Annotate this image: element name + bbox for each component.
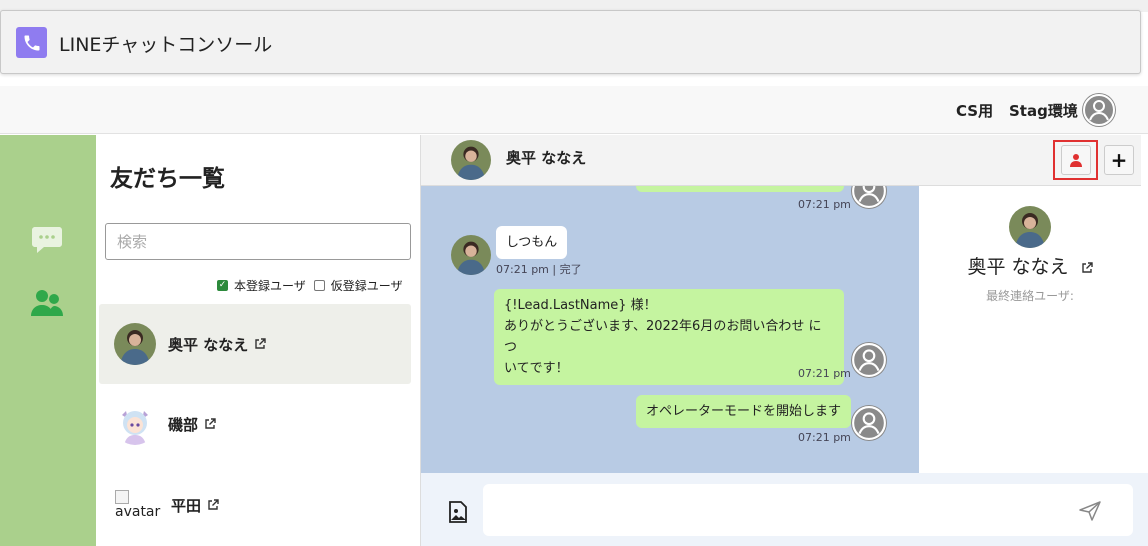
user-avatar[interactable] <box>1082 93 1116 127</box>
message-bubble <box>636 186 844 192</box>
avatar <box>451 140 491 180</box>
profile-toggle-button[interactable] <box>1053 140 1098 180</box>
chat-contact-name: 奥平 ななえ <box>506 149 587 167</box>
friend-item-isobe[interactable]: 磯部 <box>99 384 411 464</box>
friends-panel: 友だち一覧 ✓ 本登録ユーザ 仮登録ユーザ 奥平 ななえ 磯部 avatar 平… <box>96 135 421 546</box>
profile-name: 奥平 ななえ <box>967 256 1069 278</box>
friends-icon[interactable] <box>31 288 63 322</box>
external-link-icon[interactable] <box>1081 257 1093 279</box>
header-bar: CS用 Stag環境 <box>0 86 1148 134</box>
image-upload-icon[interactable] <box>448 501 468 527</box>
phone-icon <box>16 27 47 58</box>
friend-name: 平田 <box>171 496 202 515</box>
message-time: 07:21 pm <box>798 198 851 211</box>
last-contact-label: 最終連絡ユーザ: <box>986 289 1074 303</box>
avatar <box>1009 206 1051 248</box>
customer-avatar <box>451 235 491 275</box>
send-icon[interactable] <box>1079 501 1101 525</box>
registered-user-checkbox[interactable]: ✓ <box>217 280 228 291</box>
person-icon <box>1060 145 1091 175</box>
message-input-bar <box>421 473 1148 546</box>
message-bubble: しつもん <box>496 226 568 259</box>
left-rail <box>0 135 96 546</box>
message-time: 07:21 pm <box>798 367 851 380</box>
external-link-icon[interactable] <box>207 496 219 515</box>
message-time: 07:21 pm <box>798 431 851 444</box>
external-link-icon[interactable] <box>254 335 266 354</box>
registered-user-label: 本登録ユーザ <box>234 279 306 293</box>
avatar: avatar <box>115 490 163 520</box>
environment-label: Stag環境 <box>1009 102 1078 120</box>
broken-image-icon <box>115 490 129 504</box>
friend-item-hirata[interactable]: avatar 平田 <box>99 465 411 545</box>
message-input[interactable] <box>483 484 1133 536</box>
provisional-user-checkbox[interactable] <box>313 280 325 291</box>
friend-name: 奥平 ななえ <box>168 335 249 354</box>
message-line: {!Lead.LastName} 様！ <box>504 298 657 313</box>
external-link-icon[interactable] <box>204 415 216 434</box>
avatar <box>114 403 156 445</box>
operator-avatar <box>851 186 887 209</box>
profile-name-row: 奥平 ななえ <box>919 252 1141 279</box>
friends-title: 友だち一覧 <box>110 166 225 192</box>
search-input[interactable] <box>105 223 411 260</box>
app-bar: LINEチャットコンソール <box>0 10 1141 74</box>
avatar <box>114 323 156 365</box>
add-icon[interactable]: + <box>1104 145 1134 175</box>
chat-messages: 07:21 pm しつもん 07:21 pm | 完了 {!Lead.LastN… <box>421 186 919 473</box>
filter-row: ✓ 本登録ユーザ 仮登録ユーザ <box>217 277 411 294</box>
provisional-user-label: 仮登録ユーザ <box>330 279 403 293</box>
profile-pane: 奥平 ななえ 最終連絡ユーザ: <box>919 186 1141 473</box>
operator-avatar <box>851 342 887 378</box>
message-line: ありがとうございます、2022年6月のお問い合わせ につ <box>504 319 822 355</box>
avatar-alt-text: avatar <box>115 504 161 520</box>
friend-name: 磯部 <box>168 415 199 434</box>
message-bubble: オペレーターモードを開始します <box>636 395 852 428</box>
chat-header: 奥平 ななえ + <box>421 135 1141 186</box>
message-bubble: {!Lead.LastName} 様！ ありがとうございます、2022年6月のお… <box>494 289 844 385</box>
message-time: 07:21 pm | 完了 <box>496 263 582 276</box>
operator-avatar <box>851 405 887 441</box>
cs-label: CS用 <box>956 102 994 120</box>
app-title: LINEチャットコンソール <box>59 34 273 56</box>
chat-bubble-icon[interactable] <box>31 225 63 259</box>
friend-item-okudaira[interactable]: 奥平 ななえ <box>99 304 411 384</box>
message-line: いてです！ <box>504 361 569 376</box>
